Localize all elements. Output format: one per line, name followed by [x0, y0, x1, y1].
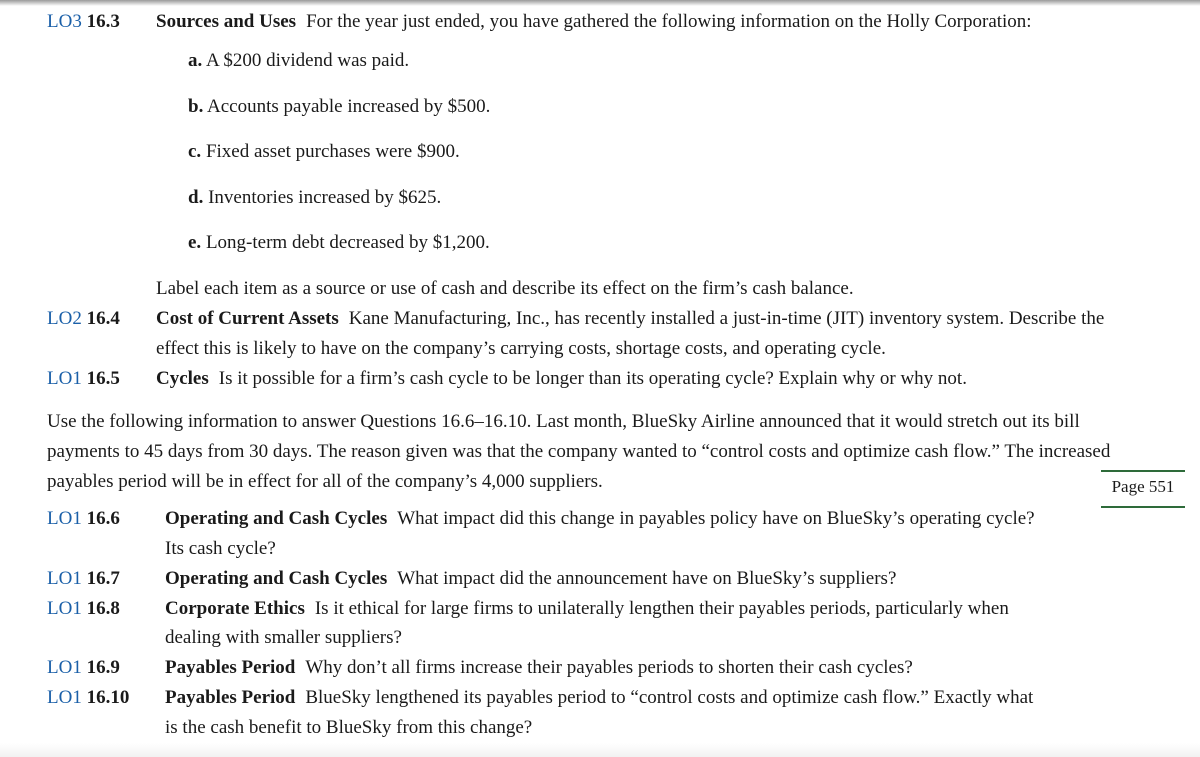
- list-item: c. Fixed asset purchases were $900.: [188, 141, 460, 162]
- list-item: d. Inventories increased by $625.: [188, 187, 442, 208]
- lo-tag[interactable]: LO1: [47, 568, 82, 589]
- problem-title: Cost of Current Assets: [156, 308, 339, 329]
- problem-number: 16.7: [86, 568, 120, 589]
- problem-16-5-header: LO1 16.5: [47, 368, 120, 390]
- problem-16-6-text: Operating and Cash Cycles What impact did…: [165, 508, 1035, 529]
- lo-tag[interactable]: LO1: [47, 368, 82, 389]
- lo-tag[interactable]: LO1: [47, 598, 82, 619]
- problem-16-8-header: LO1 16.8: [47, 598, 120, 620]
- problem-16-7-text: Operating and Cash Cycles What impact did…: [165, 568, 897, 589]
- lo-tag[interactable]: LO1: [47, 508, 82, 529]
- lo-tag[interactable]: LO1: [47, 687, 82, 708]
- problem-title: Payables Period: [165, 687, 296, 708]
- problem-number: 16.6: [86, 508, 120, 529]
- problem-16-7-header: LO1 16.7: [47, 568, 120, 590]
- top-shadow: [0, 0, 1200, 6]
- problem-number: 16.3: [86, 11, 120, 32]
- problem-16-9-header: LO1 16.9: [47, 657, 120, 679]
- problem-16-4-text: Cost of Current Assets Kane Manufacturing…: [156, 308, 1105, 329]
- lo-tag[interactable]: LO3: [47, 11, 82, 32]
- problem-16-3-instruction: Label each item as a source or use of ca…: [156, 278, 854, 299]
- problem-number: 16.9: [86, 657, 120, 678]
- bottom-shadow: [0, 743, 1200, 757]
- intro-line: payables period will be in effect for al…: [47, 471, 603, 492]
- problem-title: Corporate Ethics: [165, 598, 305, 619]
- problem-16-6-header: LO1 16.6: [47, 508, 120, 530]
- page-marker: Page 551: [1101, 470, 1185, 508]
- intro-line: payments to 45 days from 30 days. The re…: [47, 441, 1111, 462]
- problem-title: Cycles: [156, 368, 209, 389]
- problem-title: Payables Period: [165, 657, 296, 678]
- problem-title: Operating and Cash Cycles: [165, 568, 388, 589]
- lo-tag[interactable]: LO1: [47, 657, 82, 678]
- list-item: a. A $200 dividend was paid.: [188, 50, 410, 71]
- problem-16-4-header: LO2 16.4: [47, 308, 120, 330]
- problem-title: Operating and Cash Cycles: [165, 508, 388, 529]
- problem-16-8-text: Corporate Ethics Is it ethical for large …: [165, 598, 1009, 619]
- intro-line: Use the following information to answer …: [47, 411, 1080, 432]
- problem-16-9-text: Payables Period Why don’t all firms incre…: [165, 657, 913, 678]
- problem-number: 16.5: [86, 368, 120, 389]
- problem-16-3-header: LO3 16.3: [47, 11, 120, 33]
- problem-body: For the year just ended, you have gather…: [306, 11, 1032, 32]
- problem-16-6-text-line2: Its cash cycle?: [165, 538, 276, 559]
- problem-16-10-header: LO1 16.10: [47, 687, 129, 709]
- lo-tag[interactable]: LO2: [47, 308, 82, 329]
- problem-16-10-text: Payables Period BlueSky lengthened its pa…: [165, 687, 1034, 708]
- problem-16-3-text: Sources and Uses For the year just ended,…: [156, 11, 1032, 33]
- problem-title: Sources and Uses: [156, 11, 297, 32]
- list-item: b. Accounts payable increased by $500.: [188, 96, 491, 117]
- problem-16-8-text-line2: dealing with smaller suppliers?: [165, 627, 402, 648]
- problem-16-4-text-line2: effect this is likely to have on the com…: [156, 338, 886, 359]
- problem-number: 16.8: [86, 598, 120, 619]
- problem-16-5-text: Cycles Is it possible for a firm’s cash c…: [156, 368, 967, 389]
- list-item: e. Long-term debt decreased by $1,200.: [188, 232, 490, 253]
- problem-16-10-text-line2: is the cash benefit to BlueSky from this…: [165, 717, 533, 738]
- problem-number: 16.10: [86, 687, 130, 708]
- problem-number: 16.4: [86, 308, 120, 329]
